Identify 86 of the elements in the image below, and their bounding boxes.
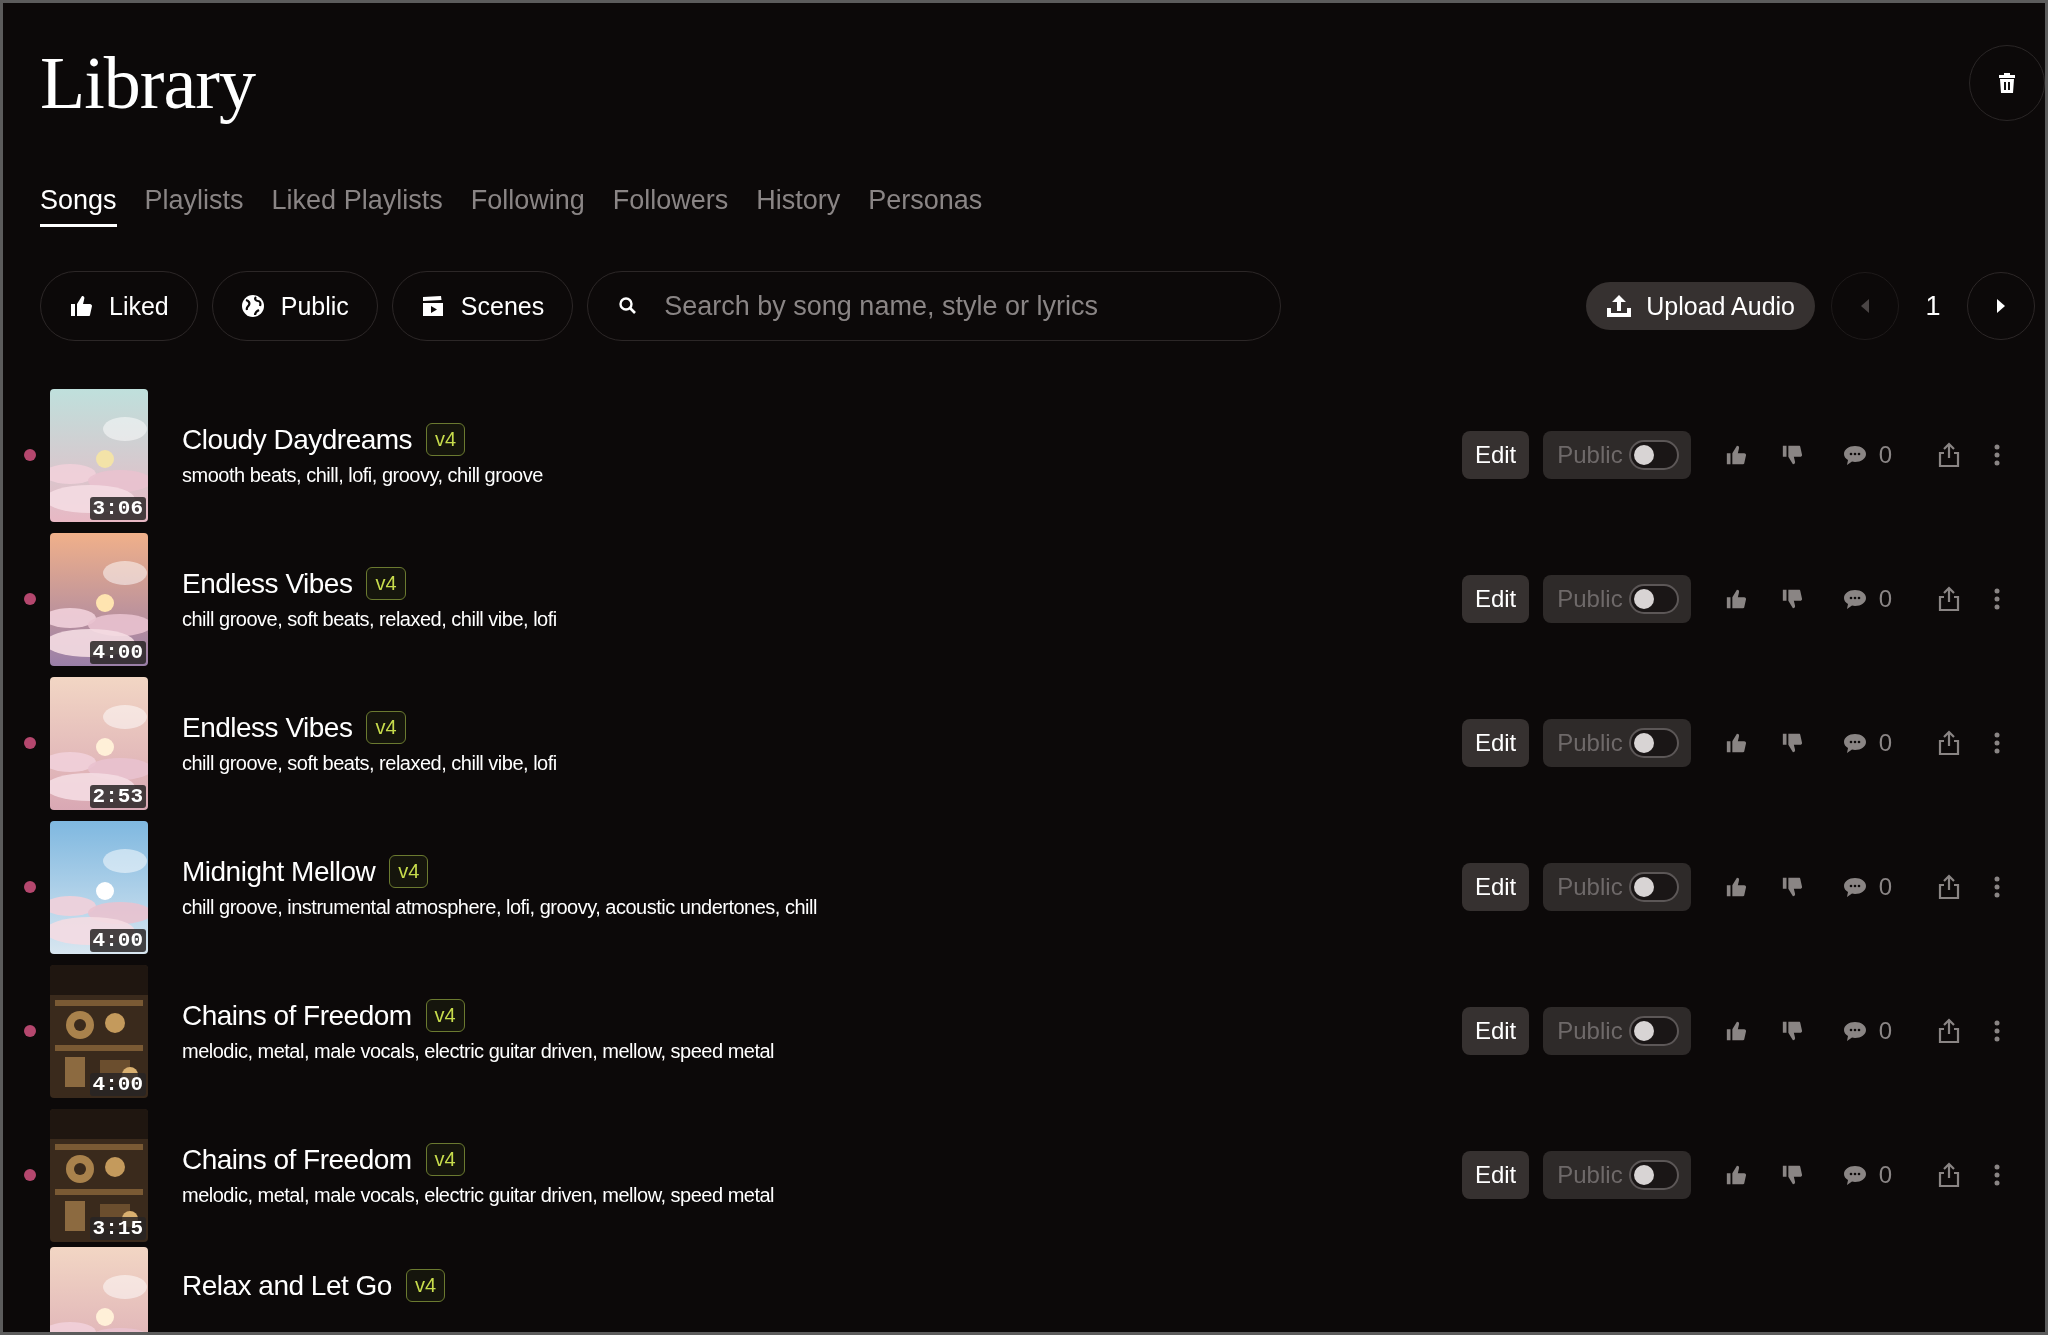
- comment-count: 0: [1878, 585, 1892, 613]
- more-options-icon[interactable]: [1994, 588, 2000, 610]
- more-options-icon[interactable]: [1994, 732, 2000, 754]
- comment-count: 0: [1878, 873, 1892, 901]
- globe-icon: [240, 294, 265, 318]
- share-icon[interactable]: [1938, 442, 1960, 468]
- song-title[interactable]: Cloudy Daydreams: [182, 423, 413, 456]
- thumbs-up-icon[interactable]: [1724, 876, 1747, 898]
- upload-icon: [1606, 293, 1633, 319]
- tab[interactable]: Playlists: [144, 185, 244, 227]
- thumbs-down-icon[interactable]: [1780, 1020, 1803, 1042]
- comment-count: 0: [1878, 441, 1892, 469]
- thumbs-up-icon[interactable]: [1724, 732, 1747, 754]
- edit-button[interactable]: Edit: [1461, 1151, 1530, 1199]
- share-icon[interactable]: [1938, 1162, 1960, 1188]
- more-options-icon[interactable]: [1994, 1164, 2000, 1186]
- edit-button[interactable]: Edit: [1461, 431, 1530, 479]
- thumbs-down-icon[interactable]: [1780, 588, 1803, 610]
- comment-icon[interactable]: [1842, 588, 1867, 610]
- thumbs-down-icon[interactable]: [1780, 732, 1803, 754]
- style-tags: chill groove, soft beats, relaxed, chill vibe, lofi: [182, 752, 1462, 775]
- thumbs-down-icon[interactable]: [1780, 444, 1803, 466]
- edit-button[interactable]: Edit: [1461, 1007, 1530, 1055]
- song-title[interactable]: Chains of Freedom: [182, 999, 412, 1032]
- version-badge: v4: [366, 567, 406, 600]
- tab[interactable]: Songs: [40, 185, 117, 227]
- toggle-switch[interactable]: [1628, 1016, 1679, 1046]
- song-title[interactable]: Chains of Freedom: [182, 1143, 412, 1176]
- style-tags: chill groove, instrumental atmosphere, lofi, groovy, acoustic undertones, chill: [182, 896, 1462, 919]
- comment-icon[interactable]: [1842, 1164, 1867, 1186]
- edit-button[interactable]: Edit: [1461, 719, 1530, 767]
- page-number: 1: [1924, 290, 1942, 322]
- toggle-switch[interactable]: [1628, 584, 1679, 614]
- style-tags: smooth beats, chill, lofi, groovy, chill groove: [182, 464, 1462, 487]
- song-title[interactable]: Relax and Let Go: [182, 1269, 392, 1302]
- share-icon[interactable]: [1938, 1018, 1960, 1044]
- tab[interactable]: Liked Playlists: [271, 185, 443, 227]
- song-title[interactable]: Endless Vibes: [182, 711, 353, 744]
- edit-button[interactable]: Edit: [1461, 863, 1530, 911]
- trash-icon: [1997, 72, 2017, 94]
- song-title[interactable]: Midnight Mellow: [182, 855, 376, 888]
- version-badge: v4: [405, 1269, 446, 1302]
- thumbs-up-icon[interactable]: [1724, 1164, 1747, 1186]
- clapperboard-icon: [420, 294, 445, 318]
- comment-count: 0: [1878, 729, 1892, 757]
- thumbs-up-icon[interactable]: [1724, 1020, 1747, 1042]
- thumbs-up-icon[interactable]: [1724, 444, 1747, 466]
- share-icon[interactable]: [1938, 730, 1960, 756]
- tab[interactable]: Personas: [868, 185, 983, 227]
- page-title: Library: [40, 40, 255, 126]
- style-tags: melodic, metal, male vocals, electric guitar driven, mellow, speed metal: [182, 1184, 1462, 1207]
- version-badge: v4: [366, 711, 406, 744]
- tab[interactable]: History: [756, 185, 841, 227]
- comment-count: 0: [1878, 1017, 1892, 1045]
- version-badge: v4: [425, 1143, 465, 1176]
- more-options-icon[interactable]: [1994, 1020, 2000, 1042]
- thumbs-down-icon[interactable]: [1780, 1164, 1803, 1186]
- tab[interactable]: Followers: [612, 185, 729, 227]
- thumbs-up-icon: [69, 294, 93, 318]
- search-field[interactable]: Search by song name, style or lyrics: [662, 289, 1251, 323]
- thumbs-down-icon[interactable]: [1780, 876, 1803, 898]
- upload-button[interactable]: Upload Audio: [1586, 282, 1815, 330]
- caret-right-icon: [1996, 298, 2006, 314]
- comment-icon[interactable]: [1842, 444, 1867, 466]
- song-title[interactable]: Endless Vibes: [182, 567, 353, 600]
- share-icon[interactable]: [1938, 586, 1960, 612]
- version-badge: v4: [426, 423, 466, 456]
- style-tags: melodic, metal, male vocals, electric guitar driven, mellow, speed metal: [182, 1040, 1462, 1063]
- version-badge: v4: [425, 999, 465, 1032]
- toggle-switch[interactable]: [1628, 440, 1679, 470]
- toggle-switch[interactable]: [1628, 872, 1679, 902]
- more-options-icon[interactable]: [1994, 876, 2000, 898]
- comment-count: 0: [1878, 1161, 1892, 1189]
- comment-icon[interactable]: [1842, 732, 1867, 754]
- edit-button[interactable]: Edit: [1461, 575, 1530, 623]
- toggle-switch[interactable]: [1628, 728, 1679, 758]
- comment-icon[interactable]: [1842, 1020, 1867, 1042]
- tab[interactable]: Following: [470, 185, 585, 227]
- toggle-switch[interactable]: [1628, 1160, 1679, 1190]
- more-options-icon[interactable]: [1994, 444, 2000, 466]
- version-badge: v4: [389, 855, 429, 888]
- comment-icon[interactable]: [1842, 876, 1867, 898]
- share-icon[interactable]: [1938, 874, 1960, 900]
- caret-left-icon: [1860, 298, 1870, 314]
- thumbs-up-icon[interactable]: [1724, 588, 1747, 610]
- style-tags: chill groove, soft beats, relaxed, chill vibe, lofi: [182, 608, 1462, 631]
